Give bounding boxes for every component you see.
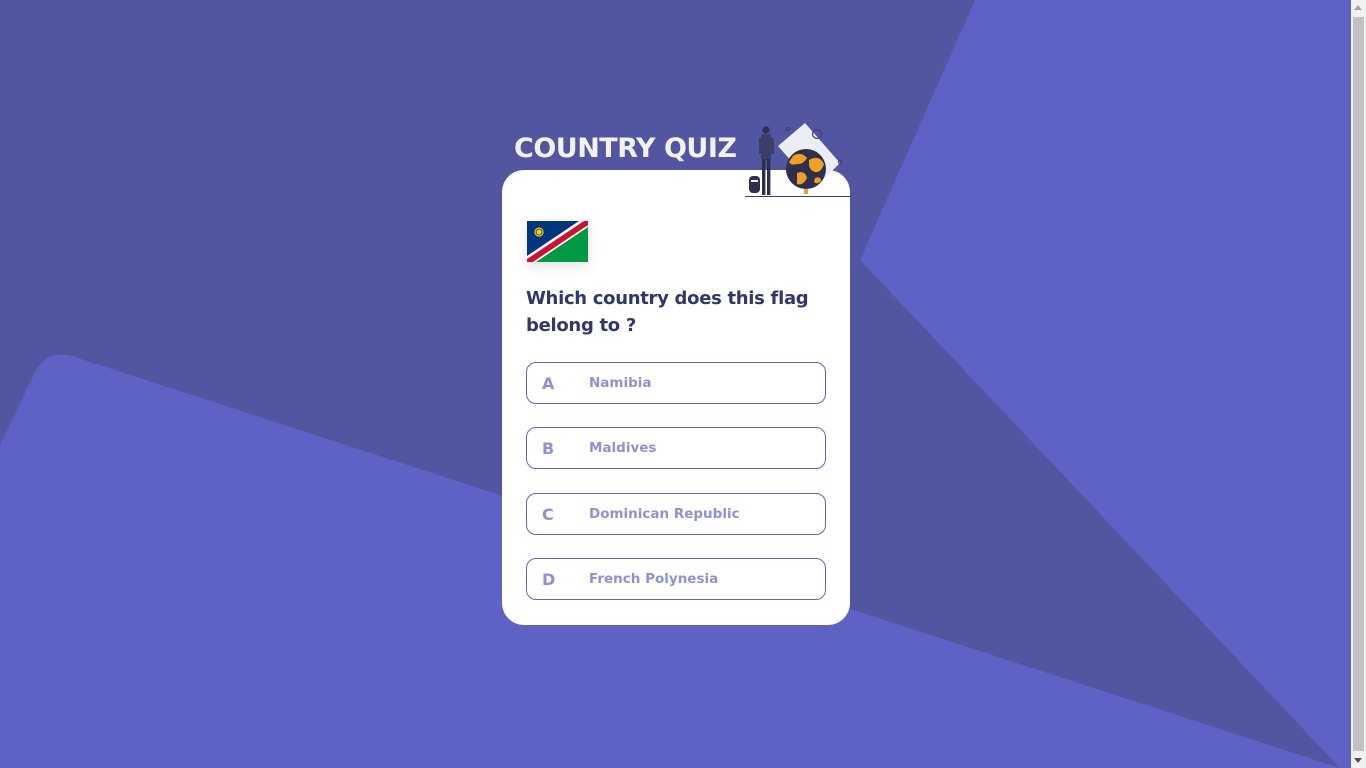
option-letter: D xyxy=(542,570,556,589)
vertical-scrollbar[interactable] xyxy=(1351,0,1366,768)
page-background: COUNTRY QUIZ Which country does this fla… xyxy=(0,0,1351,768)
option-b-button[interactable]: B Maldives xyxy=(526,427,826,469)
option-label: French Polynesia xyxy=(589,571,719,587)
option-label: Dominican Republic xyxy=(589,506,740,522)
scroll-up-arrow-icon[interactable] xyxy=(1354,5,1362,10)
option-label: Namibia xyxy=(589,375,652,391)
option-label: Maldives xyxy=(589,440,657,456)
option-c-button[interactable]: C Dominican Republic xyxy=(526,493,826,535)
option-d-button[interactable]: D French Polynesia xyxy=(526,558,826,600)
option-letter: B xyxy=(542,439,555,458)
namibia-flag-icon xyxy=(527,221,588,262)
scrollbar-thumb[interactable] xyxy=(1353,17,1364,751)
scroll-down-arrow-icon[interactable] xyxy=(1354,758,1362,763)
option-letter: A xyxy=(542,374,555,393)
traveler-globe-illustration-icon xyxy=(745,123,850,197)
question-text: Which country does this flag belong to ? xyxy=(526,288,809,336)
option-letter: C xyxy=(542,505,554,524)
option-a-button[interactable]: A Namibia xyxy=(526,362,826,404)
quiz-title: COUNTRY QUIZ xyxy=(514,133,737,164)
